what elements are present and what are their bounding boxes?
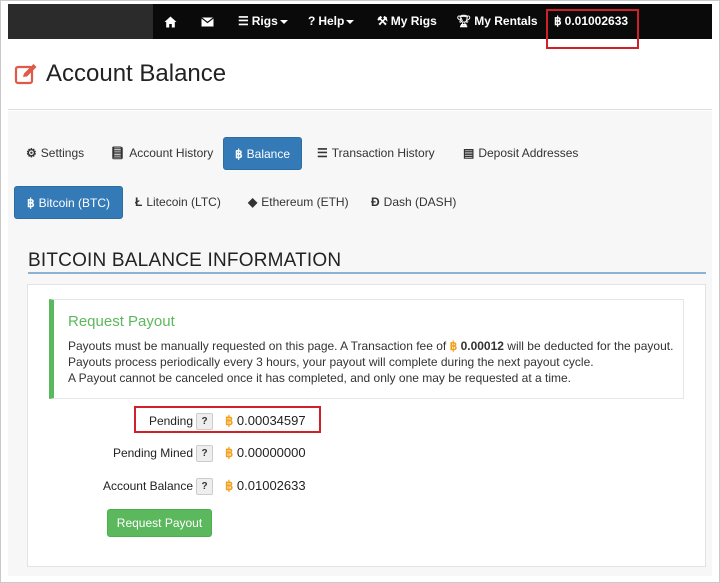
account-balance-value: ฿ 0.01002633	[225, 478, 306, 494]
gear-icon: ⚙	[26, 146, 37, 160]
notice-line-1-suffix: will be deducted for the payout.	[507, 339, 674, 353]
section-heading: BITCOIN BALANCE INFORMATION	[28, 250, 342, 271]
question-icon: ?	[308, 14, 316, 28]
nav-help[interactable]: ? Help	[308, 4, 355, 39]
pending-mined-value: ฿ 0.00000000	[225, 445, 306, 461]
litecoin-icon: Ł	[135, 195, 143, 209]
nav-my-rigs-label: My Rigs	[390, 14, 437, 28]
nav-my-rigs[interactable]: ⚒ My Rigs	[377, 4, 437, 39]
trophy-icon: 🏆︎	[456, 14, 472, 28]
tab-litecoin[interactable]: Ł Litecoin (LTC)	[124, 186, 232, 218]
notice-line-3: A Payout cannot be canceled once it has …	[68, 371, 571, 385]
bitcoin-icon: ฿	[235, 147, 243, 161]
tab-dash[interactable]: Ð Dash (DASH)	[360, 186, 467, 218]
page-title-text: Account Balance	[46, 60, 227, 87]
bitcoin-icon: ฿	[27, 196, 35, 210]
tab-ethereum[interactable]: ◆ Ethereum (ETH)	[237, 186, 360, 218]
wallet-icon: ▤	[463, 146, 475, 160]
chevron-down-icon	[279, 19, 288, 24]
account-balance-amount: 0.01002633	[236, 478, 306, 493]
nav-my-rentals-label: My Rentals	[474, 14, 538, 28]
highlight-annotation	[134, 406, 321, 433]
tab-transaction-history[interactable]: ☰ Transaction History	[306, 137, 446, 169]
tab-label: Transaction History	[331, 146, 435, 160]
tab-label: Balance	[246, 147, 291, 161]
payout-notice: Request Payout Payouts must be manually …	[49, 299, 684, 399]
brand-logo[interactable]	[8, 4, 153, 39]
bitcoin-icon: ฿	[225, 445, 234, 460]
list-icon: ☰	[317, 146, 328, 160]
tab-balance[interactable]: ฿ Balance	[223, 137, 303, 170]
notice-line-2: Payouts process periodically every 3 hou…	[68, 355, 594, 369]
bitcoin-icon: ฿	[449, 339, 458, 353]
tab-label: Settings	[40, 146, 85, 160]
tab-label: Dash (DASH)	[383, 195, 457, 209]
tab-label: Ethereum (ETH)	[261, 195, 349, 209]
tab-label: Bitcoin (BTC)	[38, 196, 110, 210]
tab-bitcoin[interactable]: ฿ Bitcoin (BTC)	[14, 186, 123, 219]
page-title: Account Balance	[14, 60, 226, 88]
tab-deposit-addresses[interactable]: ▤ Deposit Addresses	[452, 137, 589, 169]
pending-mined-label: Pending Mined	[112, 446, 193, 460]
nav-rigs-label: Rigs	[251, 14, 278, 28]
notice-title: Request Payout	[68, 313, 175, 330]
chevron-down-icon	[346, 19, 355, 24]
highlight-annotation	[546, 9, 639, 49]
edit-icon	[14, 64, 37, 85]
bars-icon: ☰	[238, 14, 249, 28]
request-payout-button[interactable]: Request Payout	[107, 509, 212, 537]
nav-help-label: Help	[318, 14, 345, 28]
dash-icon: Ð	[371, 195, 380, 209]
tab-settings[interactable]: ⚙ Settings	[15, 137, 95, 169]
bitcoin-icon: ฿	[225, 478, 234, 493]
tab-label: Litecoin (LTC)	[146, 195, 221, 209]
envelope-icon[interactable]	[201, 4, 214, 39]
transaction-fee: 0.00012	[460, 339, 504, 353]
home-icon[interactable]	[164, 4, 177, 39]
divider	[8, 109, 712, 110]
ethereum-icon: ◆	[248, 195, 258, 209]
help-badge[interactable]: ?	[196, 445, 213, 462]
tab-label: Account History	[129, 146, 214, 160]
nav-rigs[interactable]: ☰ Rigs	[238, 4, 288, 39]
help-badge[interactable]: ?	[196, 478, 213, 495]
tab-account-history[interactable]: 📘︎ Account History	[99, 137, 224, 169]
tab-label: Deposit Addresses	[478, 146, 579, 160]
book-icon: 📘︎	[110, 146, 126, 160]
account-balance-label: Account Balance	[102, 479, 193, 493]
notice-line-1: Payouts must be manually requested on th…	[68, 339, 673, 353]
pickaxe-icon: ⚒	[377, 14, 388, 28]
pending-mined-amount: 0.00000000	[236, 445, 306, 460]
section-underline	[28, 272, 706, 274]
nav-my-rentals[interactable]: 🏆︎ My Rentals	[456, 4, 538, 39]
notice-line-1-text: Payouts must be manually requested on th…	[68, 339, 447, 353]
